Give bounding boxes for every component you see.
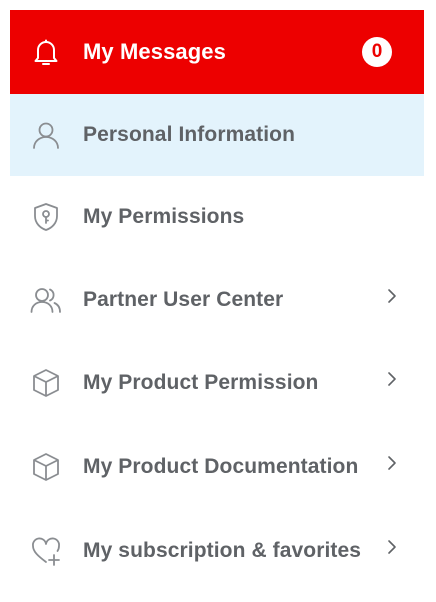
user-icon: [30, 119, 62, 151]
menu-item-my-product-documentation[interactable]: My Product Documentation: [10, 426, 424, 508]
menu-item-label: My Permissions: [83, 205, 245, 228]
chevron-right-icon: [384, 371, 400, 387]
cube-icon: [30, 451, 62, 483]
users-icon: [30, 284, 62, 316]
menu-item-my-permissions[interactable]: My Permissions: [10, 176, 424, 258]
menu-item-partner-user-center[interactable]: Partner User Center: [10, 259, 424, 341]
cube-icon: [30, 367, 62, 399]
chevron-right-icon: [384, 288, 400, 304]
heart-plus-icon: [30, 535, 62, 567]
menu-item-my-subscription-favorites[interactable]: My subscription & favorites: [10, 510, 424, 592]
chevron-right-icon: [384, 539, 400, 555]
unread-count-badge: 0: [362, 37, 392, 67]
menu-item-label: My subscription & favorites: [83, 539, 362, 562]
menu-item-my-messages[interactable]: My Messages 0: [10, 10, 424, 94]
menu-item-label: My Messages: [83, 39, 226, 64]
menu-item-label: Personal Information: [83, 123, 296, 146]
menu-item-label: My Product Permission: [83, 371, 319, 394]
menu-item-label: Partner User Center: [83, 288, 284, 311]
menu-item-label: My Product Documentation: [83, 455, 359, 478]
chevron-right-icon: [384, 455, 400, 471]
bell-icon: [30, 36, 62, 68]
shield-key-icon: [30, 201, 62, 233]
menu-item-personal-information[interactable]: Personal Information: [10, 94, 424, 176]
menu-item-my-product-permission[interactable]: My Product Permission: [10, 342, 424, 424]
user-menu: My Messages 0 Personal Information My Pe…: [10, 10, 424, 580]
